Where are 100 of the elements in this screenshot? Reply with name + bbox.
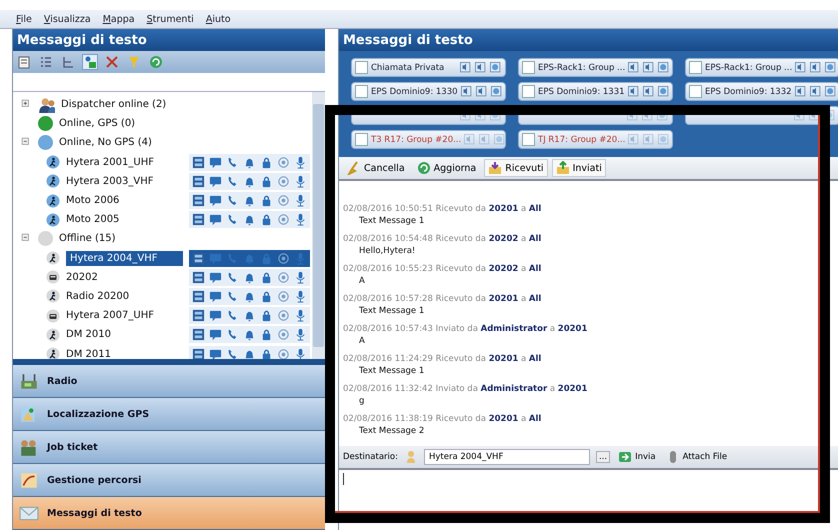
signal-icon[interactable] bbox=[277, 348, 290, 361]
channel-card[interactable]: T3 R17: Group #20... bbox=[351, 130, 506, 149]
gps-icon[interactable] bbox=[192, 348, 205, 361]
channel-card[interactable]: Chiamata Privata bbox=[351, 58, 506, 77]
checkbox[interactable] bbox=[689, 61, 702, 74]
checkbox[interactable] bbox=[522, 85, 535, 98]
bell-icon[interactable] bbox=[243, 194, 256, 208]
phone-icon[interactable] bbox=[226, 213, 239, 226]
nav-button[interactable]: Gestione percorsi bbox=[13, 464, 325, 497]
microphone-icon[interactable] bbox=[294, 348, 307, 361]
lock-icon[interactable] bbox=[260, 328, 273, 342]
toolbar-button[interactable]: Ricevuti bbox=[484, 159, 548, 177]
gps-icon[interactable] bbox=[192, 252, 205, 265]
group-label[interactable]: Online, GPS (0) bbox=[59, 118, 136, 130]
phone-icon[interactable] bbox=[226, 290, 239, 303]
phone-icon[interactable] bbox=[226, 309, 239, 322]
lock-icon[interactable] bbox=[260, 174, 273, 188]
phone-icon[interactable] bbox=[226, 156, 239, 169]
checkbox[interactable] bbox=[522, 133, 535, 146]
microphone-icon[interactable] bbox=[294, 290, 307, 303]
phone-icon[interactable] bbox=[226, 270, 239, 284]
attach-button[interactable]: Attach File bbox=[664, 450, 730, 464]
device-name[interactable]: DM 2010 bbox=[66, 329, 183, 340]
list-icon[interactable] bbox=[39, 55, 53, 69]
gps-icon[interactable] bbox=[192, 309, 205, 322]
tree-icon[interactable] bbox=[61, 55, 75, 69]
device-name[interactable]: Moto 2005 bbox=[66, 214, 183, 226]
lock-icon[interactable] bbox=[260, 309, 273, 322]
checkbox[interactable] bbox=[689, 85, 702, 98]
microphone-icon[interactable] bbox=[294, 194, 307, 208]
checkbox[interactable] bbox=[355, 61, 368, 74]
device-name[interactable]: Radio 20200 bbox=[66, 290, 183, 302]
menu-item[interactable]: File bbox=[16, 14, 32, 24]
scrollbar[interactable] bbox=[312, 92, 325, 359]
lock-icon[interactable] bbox=[260, 156, 273, 169]
channel-card[interactable]: EPS Dominio9: 1331 bbox=[518, 82, 673, 101]
group-label[interactable]: Online, No GPS (4) bbox=[59, 137, 152, 148]
group-label[interactable]: Offline (15) bbox=[59, 233, 116, 244]
nav-button[interactable]: Job ticket bbox=[13, 431, 325, 464]
toolbar-button[interactable]: Inviati bbox=[552, 159, 606, 177]
menu-item[interactable]: Aiuto bbox=[206, 14, 231, 24]
lock-icon[interactable] bbox=[260, 290, 273, 303]
lock-icon[interactable] bbox=[260, 194, 273, 208]
message-icon[interactable] bbox=[209, 174, 222, 188]
bell-icon[interactable] bbox=[243, 309, 256, 322]
message-icon[interactable] bbox=[209, 348, 222, 361]
microphone-icon[interactable] bbox=[294, 270, 307, 284]
document-icon[interactable] bbox=[17, 55, 31, 69]
device-name[interactable]: Hytera 2004_VHF bbox=[66, 250, 183, 266]
checkbox[interactable] bbox=[522, 61, 535, 74]
gps-icon[interactable] bbox=[192, 290, 205, 303]
message-icon[interactable] bbox=[209, 309, 222, 322]
lock-icon[interactable] bbox=[260, 270, 273, 284]
microphone-icon[interactable] bbox=[294, 213, 307, 226]
browse-button[interactable]: ... bbox=[596, 451, 610, 463]
group-label[interactable]: Dispatcher online (2) bbox=[61, 99, 166, 110]
recipient-field[interactable]: Hytera 2004_VHF bbox=[424, 449, 590, 465]
toolbar-button[interactable]: Aggiorna bbox=[412, 159, 480, 177]
microphone-icon[interactable] bbox=[294, 156, 307, 169]
device-name[interactable]: Hytera 2007_UHF bbox=[66, 310, 183, 322]
device-name[interactable]: Hytera 2003_VHF bbox=[66, 176, 183, 187]
gps-icon[interactable] bbox=[192, 328, 205, 342]
nav-button[interactable]: Localizzazione GPS bbox=[13, 398, 325, 431]
bell-icon[interactable] bbox=[243, 328, 256, 342]
message-icon[interactable] bbox=[209, 328, 222, 342]
checkbox[interactable] bbox=[355, 85, 368, 98]
refresh-icon[interactable] bbox=[149, 55, 163, 69]
gps-icon[interactable] bbox=[192, 174, 205, 188]
channel-card[interactable]: EPS-Rack1: Group ... bbox=[518, 58, 673, 77]
message-icon[interactable] bbox=[209, 156, 222, 169]
menu-item[interactable]: Mappa bbox=[102, 14, 135, 24]
device-name[interactable]: DM 2011 bbox=[66, 348, 183, 360]
send-button[interactable]: Invia bbox=[616, 450, 658, 464]
phone-icon[interactable] bbox=[226, 348, 239, 361]
nav-button[interactable]: Messaggi di testo bbox=[13, 497, 325, 530]
channel-card[interactable]: TJ R17: Group #20... bbox=[518, 130, 673, 149]
phone-icon[interactable] bbox=[226, 328, 239, 342]
phone-icon[interactable] bbox=[226, 174, 239, 188]
menu-item[interactable]: Strumenti bbox=[146, 14, 194, 24]
microphone-icon[interactable] bbox=[294, 309, 307, 322]
message-icon[interactable] bbox=[209, 194, 222, 208]
bell-icon[interactable] bbox=[243, 213, 256, 226]
toolbar-button[interactable]: Cancella bbox=[343, 159, 409, 177]
phone-icon[interactable] bbox=[226, 194, 239, 208]
message-icon[interactable] bbox=[209, 270, 222, 284]
gps-icon[interactable] bbox=[192, 194, 205, 208]
menu-item[interactable]: Visualizza bbox=[44, 14, 91, 24]
message-icon[interactable] bbox=[209, 213, 222, 226]
microphone-icon[interactable] bbox=[294, 174, 307, 188]
checkbox[interactable] bbox=[355, 133, 368, 146]
microphone-icon[interactable] bbox=[294, 328, 307, 342]
message-icon[interactable] bbox=[209, 290, 222, 303]
lock-icon[interactable] bbox=[260, 213, 273, 226]
device-name[interactable]: 20202 bbox=[66, 272, 183, 283]
device-name[interactable]: Hytera 2001_UHF bbox=[66, 156, 183, 168]
gps-icon[interactable] bbox=[192, 213, 205, 226]
gps-icon[interactable] bbox=[192, 270, 205, 284]
channel-card[interactable]: EPS-Rack1: Group ... bbox=[685, 58, 838, 77]
device-name[interactable]: Moto 2006 bbox=[66, 195, 183, 206]
channel-card[interactable]: EPS Dominio9: 1332 bbox=[685, 82, 838, 101]
